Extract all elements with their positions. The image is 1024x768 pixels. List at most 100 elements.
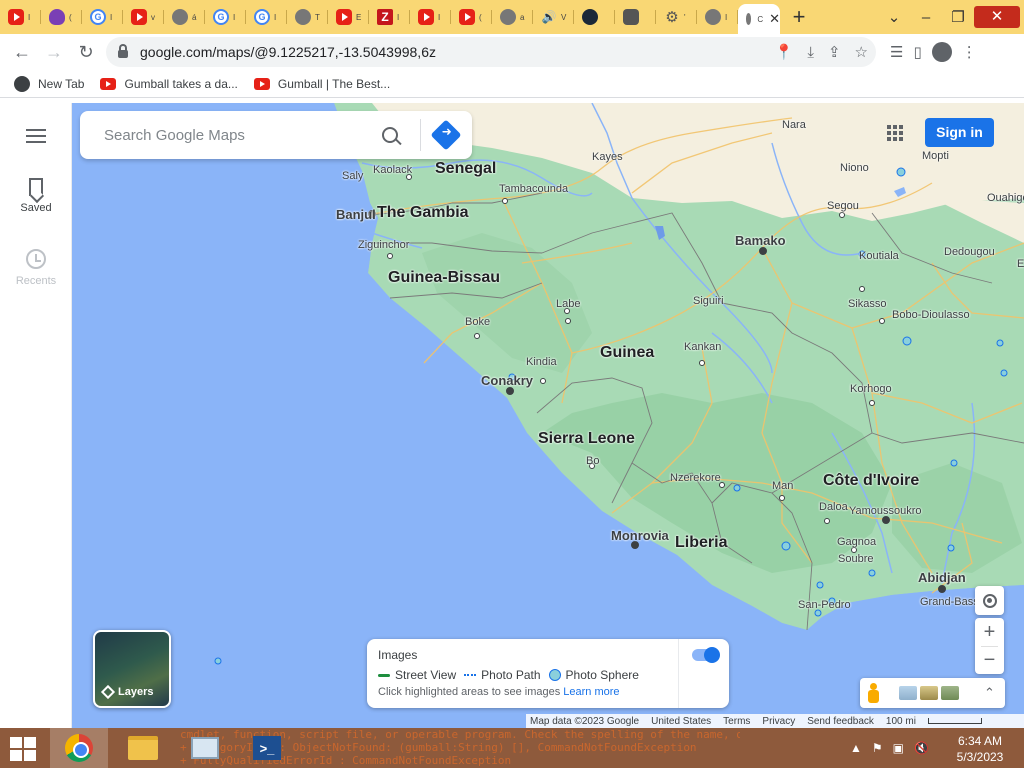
taskbar-powershell[interactable]: >_: [238, 728, 296, 768]
forward-button[interactable]: →: [38, 36, 70, 68]
tab-search-icon[interactable]: ⌄: [878, 8, 910, 26]
tab-14[interactable]: [574, 0, 615, 34]
tab-15[interactable]: [615, 0, 656, 34]
chevron-up-icon[interactable]: ⌃: [984, 685, 995, 701]
search-icon[interactable]: [382, 127, 398, 143]
city-label[interactable]: Bamako: [735, 233, 786, 248]
network-icon[interactable]: ▣: [893, 741, 904, 755]
city-label[interactable]: Mopti: [922, 150, 949, 162]
imagery-thumb-2[interactable]: [920, 686, 938, 700]
country-label[interactable]: Guinea-Bissau: [388, 269, 500, 287]
city-label[interactable]: E: [1017, 258, 1024, 270]
city-label[interactable]: Banjul: [336, 207, 376, 222]
tab-1[interactable]: (: [41, 0, 82, 34]
tab-3[interactable]: v: [123, 0, 164, 34]
close-window-button[interactable]: ✕: [974, 6, 1020, 28]
city-label[interactable]: Kaolack: [373, 164, 412, 176]
city-label[interactable]: Yamoussoukro: [849, 505, 922, 517]
city-label[interactable]: Dedougou: [944, 246, 995, 258]
country-link[interactable]: United States: [651, 716, 711, 727]
windows-start-icon[interactable]: [10, 737, 38, 761]
minimize-button[interactable]: –: [910, 9, 942, 26]
country-label[interactable]: Senegal: [435, 160, 496, 178]
city-label[interactable]: Niono: [840, 162, 869, 174]
tab-2[interactable]: GI: [82, 0, 123, 34]
city-label[interactable]: Sikasso: [848, 298, 887, 310]
city-label[interactable]: Daloa: [819, 501, 848, 513]
country-label[interactable]: Côte d'Ivoire: [823, 472, 919, 490]
zoom-in-button[interactable]: +: [975, 618, 1004, 646]
tab-13[interactable]: 🔊 V: [533, 0, 574, 34]
tab-6[interactable]: GI: [246, 0, 287, 34]
browser-menu-icon[interactable]: ⋮: [962, 43, 977, 61]
city-label[interactable]: Man: [772, 480, 793, 492]
city-label[interactable]: Labe: [556, 298, 580, 310]
tab-11[interactable]: (: [451, 0, 492, 34]
bookmark-gumball-1[interactable]: Gumball takes a da...: [100, 77, 238, 91]
city-label[interactable]: Bo: [586, 455, 599, 467]
scale-label[interactable]: 100 mi: [886, 716, 916, 727]
learn-more-link[interactable]: Learn more: [563, 686, 619, 698]
taskbar-chrome[interactable]: [50, 728, 108, 768]
city-label[interactable]: Ouahigo: [987, 192, 1024, 204]
zoom-out-button[interactable]: −: [975, 646, 1004, 674]
tab-10[interactable]: I: [410, 0, 451, 34]
back-button[interactable]: ←: [6, 36, 38, 68]
imagery-thumb-3[interactable]: [941, 686, 959, 700]
share-icon[interactable]: ⇪: [828, 43, 841, 61]
city-label[interactable]: Grand-Bass: [920, 596, 979, 608]
city-label[interactable]: Siguiri: [693, 295, 724, 307]
city-label[interactable]: Korhogo: [850, 383, 892, 395]
privacy-link[interactable]: Privacy: [762, 716, 795, 727]
tab-4[interactable]: á: [164, 0, 205, 34]
city-label[interactable]: San-Pedro: [798, 599, 851, 611]
tab-9[interactable]: ZI: [369, 0, 410, 34]
city-label[interactable]: Kayes: [592, 151, 623, 163]
volume-muted-icon[interactable]: 🔇: [914, 741, 929, 755]
my-location-button[interactable]: [975, 586, 1004, 615]
scale-bar[interactable]: [927, 718, 982, 724]
bookmark-star-icon[interactable]: ☆: [855, 43, 868, 61]
side-panel-icon[interactable]: ▯: [913, 43, 921, 61]
address-bar[interactable]: google.com/maps/@9.1225217,-13.5043998,6…: [106, 37, 876, 67]
address-url[interactable]: google.com/maps/@9.1225217,-13.5043998,6…: [140, 44, 436, 60]
location-pin-icon[interactable]: 📍: [775, 43, 794, 61]
recents-button[interactable]: Recents: [0, 249, 72, 287]
tab-16[interactable]: ⚙ ': [656, 0, 697, 34]
city-label[interactable]: Saly: [342, 170, 363, 182]
bookmark-new-tab[interactable]: New Tab: [14, 75, 84, 92]
profile-avatar[interactable]: [931, 42, 952, 62]
new-tab-button[interactable]: +: [780, 4, 818, 30]
city-label[interactable]: Conakry: [481, 373, 533, 388]
close-tab-icon[interactable]: ✕: [769, 11, 780, 27]
menu-icon[interactable]: [26, 129, 46, 143]
layers-button[interactable]: Layers: [93, 630, 171, 708]
google-apps-icon[interactable]: [887, 125, 903, 141]
city-label[interactable]: Kankan: [684, 341, 721, 353]
city-label[interactable]: Monrovia: [611, 528, 669, 543]
city-label[interactable]: Koutiala: [859, 250, 899, 262]
maximize-button[interactable]: ❐: [942, 8, 974, 26]
tray-expand-icon[interactable]: ▲: [850, 741, 862, 755]
taskbar-monitor[interactable]: [176, 728, 234, 768]
images-toggle[interactable]: [692, 647, 720, 663]
tab-0[interactable]: I: [0, 0, 41, 34]
map-graphic[interactable]: [72, 103, 1024, 728]
city-label[interactable]: Kindia: [526, 356, 557, 368]
tab-active[interactable]: C ✕: [738, 4, 780, 34]
city-label[interactable]: Segou: [827, 200, 859, 212]
install-app-icon[interactable]: ⤓: [807, 44, 814, 61]
city-label[interactable]: Boke: [465, 316, 490, 328]
sign-in-button[interactable]: Sign in: [925, 118, 994, 147]
maps-search-box[interactable]: Search Google Maps: [80, 111, 472, 159]
tab-17[interactable]: I: [697, 0, 738, 34]
feedback-link[interactable]: Send feedback: [807, 716, 874, 727]
tab-7[interactable]: T: [287, 0, 328, 34]
tab-12[interactable]: a: [492, 0, 533, 34]
country-label[interactable]: The Gambia: [377, 204, 469, 222]
directions-icon[interactable]: [430, 119, 462, 151]
city-label[interactable]: Soubre: [838, 553, 873, 565]
search-input[interactable]: Search Google Maps: [80, 127, 382, 144]
map-canvas[interactable]: Senegal The Gambia Guinea-Bissau Guinea Sier…: [72, 103, 1024, 728]
city-label[interactable]: Tambacounda: [499, 183, 568, 195]
